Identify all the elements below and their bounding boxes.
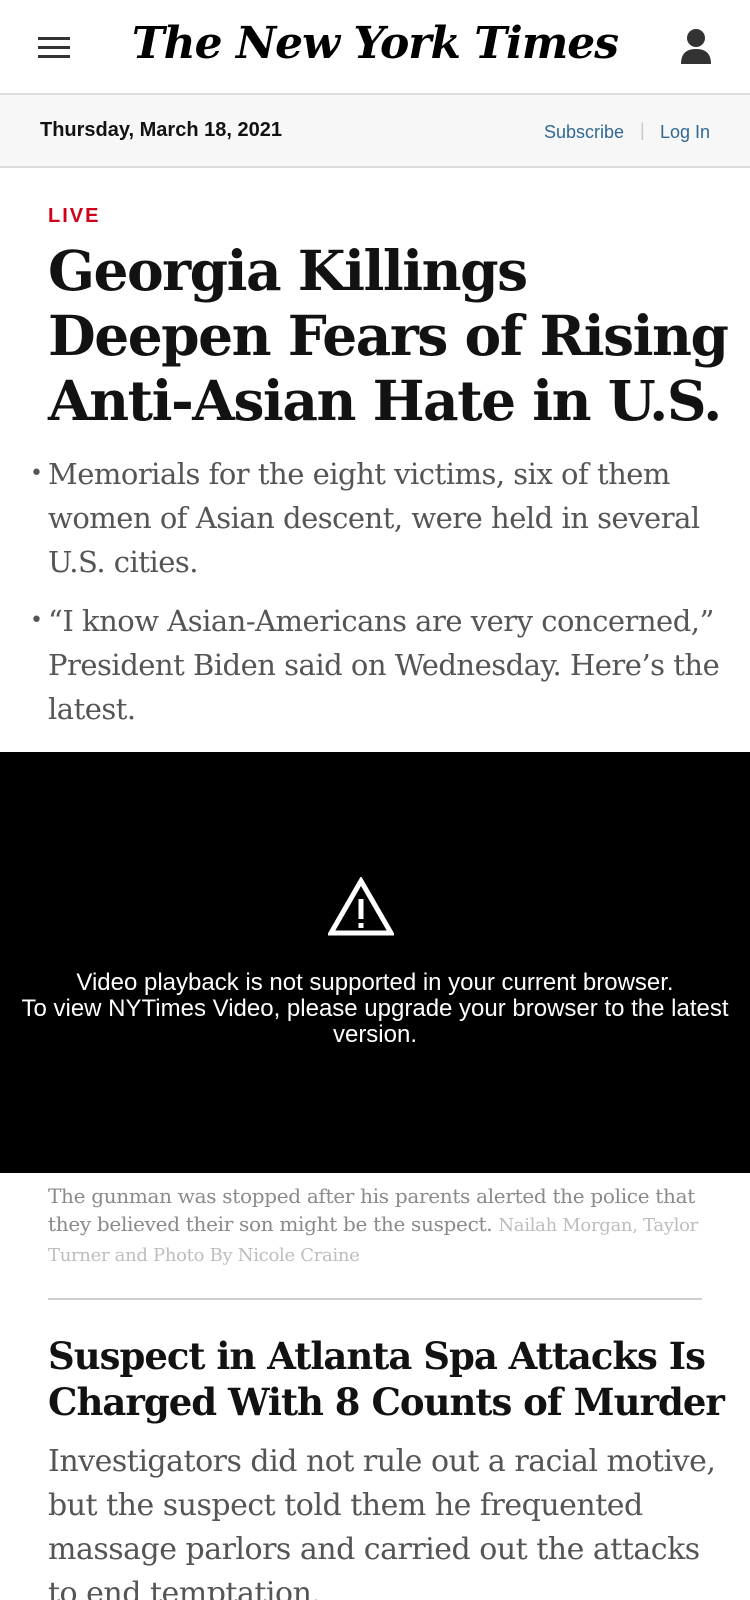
masthead: The New York Times bbox=[0, 0, 750, 95]
subscribe-link[interactable]: Subscribe bbox=[544, 122, 624, 143]
video-message-line: To view NYTimes Video, please upgrade yo… bbox=[21, 995, 729, 1048]
summary-bullets: • Memorials for the eight victims, six o… bbox=[28, 452, 728, 746]
current-date: Thursday, March 18, 2021 bbox=[40, 119, 282, 141]
story-summary: Investigators did not rule out a racial … bbox=[48, 1444, 716, 1600]
video-player[interactable]: Video playback is not supported in your … bbox=[0, 752, 750, 1173]
section-divider bbox=[48, 1298, 702, 1300]
bullet-dot: • bbox=[30, 461, 43, 486]
video-caption: The gunman was stopped after his parents… bbox=[48, 1182, 708, 1270]
link-separator: | bbox=[640, 120, 645, 140]
login-link[interactable]: Log In bbox=[660, 122, 710, 143]
warning-icon bbox=[328, 877, 394, 936]
user-account-icon[interactable] bbox=[680, 28, 712, 66]
summary-bullet-text: Memorials for the eight victims, six of … bbox=[48, 457, 700, 579]
nyt-logo[interactable]: The New York Times bbox=[0, 18, 750, 69]
summary-bullet-text: “I know Asian-Americans are very concern… bbox=[48, 604, 720, 726]
video-message-line: Video playback is not supported in your … bbox=[76, 969, 674, 996]
story-headline-link[interactable]: Suspect in Atlanta Spa Attacks Is Charge… bbox=[48, 1333, 728, 1425]
summary-bullet: • Memorials for the eight victims, six o… bbox=[28, 452, 728, 584]
summary-bullet: • “I know Asian-Americans are very conce… bbox=[28, 599, 728, 731]
date-bar: Thursday, March 18, 2021 Subscribe | Log… bbox=[0, 95, 750, 168]
live-kicker: LIVE bbox=[48, 205, 101, 227]
bullet-dot: • bbox=[30, 608, 43, 633]
video-unsupported-message: Video playback is not supported in your … bbox=[0, 970, 750, 1048]
article-headline: Georgia Killings Deepen Fears of Rising … bbox=[48, 238, 729, 433]
